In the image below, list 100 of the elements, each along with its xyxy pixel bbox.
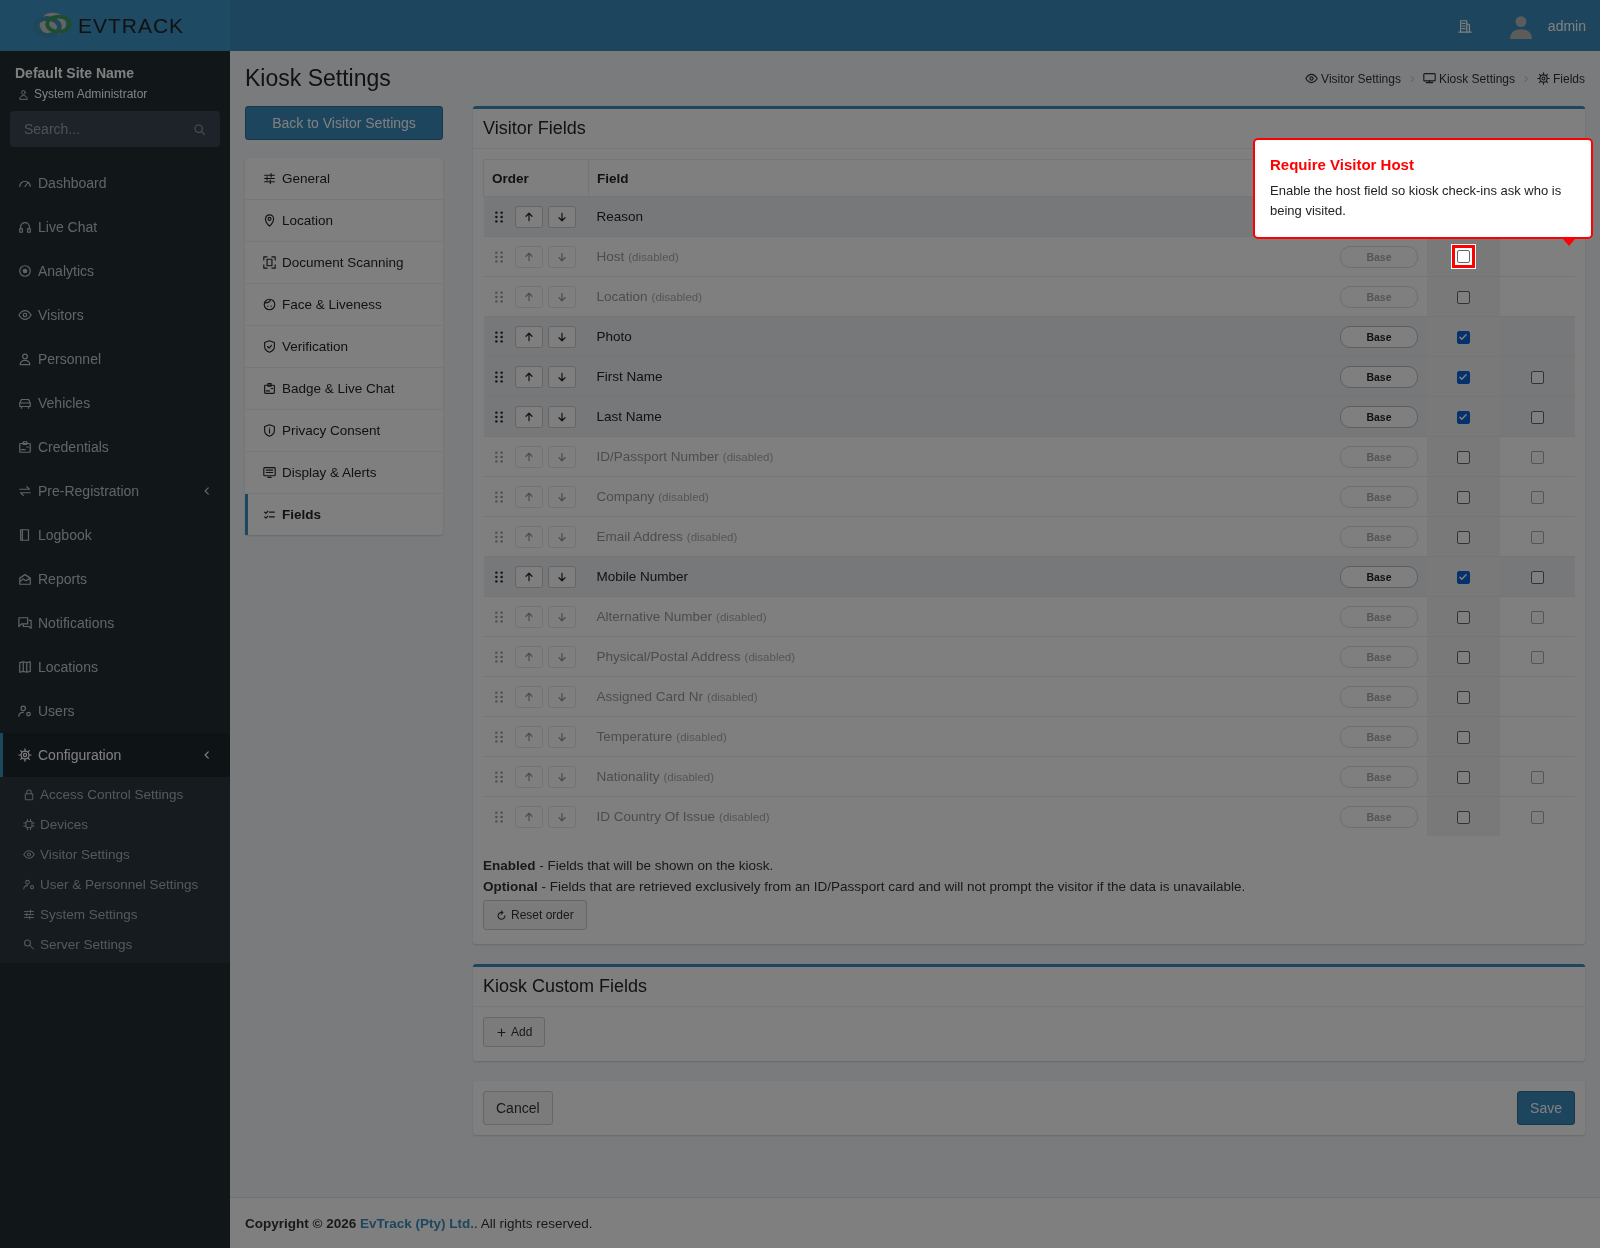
menu-item[interactable]: Privacy Consent (245, 410, 443, 452)
face-icon (263, 298, 276, 311)
nav-subitem[interactable]: Visitor Settings (0, 839, 230, 869)
nav-item[interactable]: Personnel (0, 337, 230, 381)
nav-item[interactable]: Vehicles (0, 381, 230, 425)
down-arrow-icon (555, 210, 568, 223)
up-arrow-icon (522, 210, 535, 223)
nav-subitem[interactable]: User & Personnel Settings (0, 869, 230, 899)
nav-item[interactable]: Reports (0, 557, 230, 601)
enabled-checkbox[interactable] (1456, 330, 1470, 344)
target-icon (18, 264, 32, 278)
book-icon (18, 528, 32, 542)
base-tag: Base (1340, 325, 1418, 348)
user-name[interactable]: admin (1547, 17, 1586, 34)
nav-item[interactable]: Configuration (0, 733, 230, 777)
nav-subitem[interactable]: Access Control Settings (0, 779, 230, 809)
menu-item[interactable]: General (245, 158, 443, 200)
person-icon (18, 88, 29, 100)
down-arrow-icon (555, 690, 568, 703)
breadcrumb-link[interactable]: Kiosk Settings (1422, 71, 1515, 86)
menu-item[interactable]: Document Scanning (245, 242, 443, 284)
monitor-icon (1422, 72, 1436, 85)
nav-subitem[interactable]: Server Settings (0, 929, 230, 959)
eye-icon (18, 308, 32, 322)
up-arrow-icon (522, 530, 535, 543)
enabled-checkbox[interactable] (1456, 570, 1470, 584)
menu-item[interactable]: Display & Alerts (245, 452, 443, 494)
down-arrow-icon (555, 810, 568, 823)
tooltip-title: Require Visitor Host (1270, 156, 1415, 173)
base-tag: Base (1340, 405, 1418, 428)
check-icon (1458, 412, 1468, 423)
back-button[interactable]: Back to Visitor Settings (245, 106, 443, 140)
move-up-button[interactable] (514, 565, 543, 588)
reset-order-button[interactable]: Reset order (483, 900, 587, 930)
car-icon (18, 396, 32, 410)
map-icon (18, 660, 32, 674)
lock-icon (23, 787, 35, 801)
sliders-icon (23, 907, 35, 921)
base-tag: Base (1340, 365, 1418, 388)
nav-item[interactable]: Notifications (0, 601, 230, 645)
add-button[interactable]: Add (483, 1017, 546, 1047)
menu-item[interactable]: Badge & Live Chat (245, 368, 443, 410)
enabled-checkbox[interactable] (1456, 410, 1470, 424)
check-icon (1458, 332, 1468, 343)
move-down-button[interactable] (547, 325, 576, 348)
eye-icon (1305, 72, 1319, 85)
breadcrumb-link[interactable]: Fields (1537, 71, 1585, 86)
menu-item[interactable]: Location (245, 200, 443, 242)
save-button[interactable]: Save (1517, 1091, 1575, 1125)
menu-item[interactable]: Verification (245, 326, 443, 368)
optional-checkbox[interactable] (1530, 410, 1544, 424)
nav-item[interactable]: Analytics (0, 249, 230, 293)
down-arrow-icon (555, 490, 568, 503)
move-up-button[interactable] (514, 205, 543, 228)
cancel-button[interactable]: Cancel (483, 1091, 553, 1125)
down-arrow-icon (555, 650, 568, 663)
nav-item[interactable]: Credentials (0, 425, 230, 469)
nav-subitem[interactable]: Devices (0, 809, 230, 839)
optional-checkbox[interactable] (1530, 570, 1544, 584)
plus-icon (496, 1026, 507, 1038)
nav-item[interactable]: Locations (0, 645, 230, 689)
move-down-button[interactable] (547, 205, 576, 228)
user-gear-icon (23, 877, 35, 891)
nav-item[interactable]: Dashboard (0, 161, 230, 205)
search-icon[interactable] (193, 123, 206, 136)
down-arrow-icon (555, 370, 568, 383)
down-arrow-icon (555, 410, 568, 423)
reset-icon (496, 909, 507, 921)
optional-checkbox[interactable] (1530, 370, 1544, 384)
field-name: Mobile Number (596, 569, 689, 584)
person-icon (18, 352, 32, 366)
menu-item[interactable]: Face & Liveness (245, 284, 443, 326)
down-arrow-icon (555, 290, 568, 303)
shield-icon (263, 340, 276, 353)
nav-subitem[interactable]: System Settings (0, 899, 230, 929)
nav-item[interactable]: Live Chat (0, 205, 230, 249)
field-name: Last Name (596, 409, 662, 424)
menu-item[interactable]: Fields (245, 494, 443, 535)
building-icon[interactable] (1457, 17, 1472, 34)
up-arrow-icon (522, 450, 535, 463)
up-arrow-icon (522, 690, 535, 703)
breadcrumb-link[interactable]: Visitor Settings (1305, 71, 1401, 86)
move-up-button[interactable] (514, 325, 543, 348)
move-down-button[interactable] (547, 565, 576, 588)
move-up-button[interactable] (514, 365, 543, 388)
down-arrow-icon (555, 450, 568, 463)
move-down-button[interactable] (547, 365, 576, 388)
up-arrow-icon (522, 250, 535, 263)
enabled-checkbox[interactable] (1456, 370, 1470, 384)
nav-item[interactable]: Visitors (0, 293, 230, 337)
nav-item[interactable]: Users (0, 689, 230, 733)
up-arrow-icon (522, 370, 535, 383)
move-down-button[interactable] (547, 405, 576, 428)
move-up-button[interactable] (514, 405, 543, 428)
house-icon (18, 572, 32, 586)
nav-item[interactable]: Logbook (0, 513, 230, 557)
company-link[interactable]: EvTrack (Pty) Ltd. (360, 1215, 475, 1231)
column-header: Order (483, 159, 589, 197)
gear-icon (1537, 72, 1550, 85)
nav-item[interactable]: Pre-Registration (0, 469, 230, 513)
